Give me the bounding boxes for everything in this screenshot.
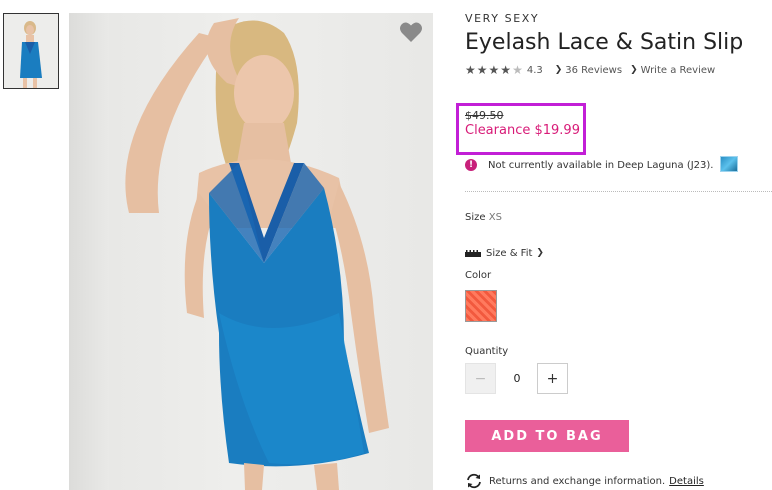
product-brand: VERY SEXY [465, 12, 540, 25]
original-price: $49.50 [465, 109, 504, 122]
size-value: XS [488, 212, 502, 223]
color-swatch-coral[interactable] [465, 290, 497, 322]
size-field[interactable]: Size XS [465, 212, 502, 223]
heart-icon[interactable] [399, 21, 423, 43]
chevron-right-icon: ❯ [630, 65, 638, 75]
color-label: Color [465, 270, 492, 281]
star-icon: ★ [465, 63, 476, 77]
quantity-decrease-button[interactable]: − [465, 363, 496, 394]
quantity-input[interactable]: 0 [502, 363, 532, 394]
product-main-image [69, 13, 433, 490]
product-title: Eyelash Lace & Satin Slip [465, 30, 744, 55]
star-icon: ★ [512, 63, 523, 77]
refresh-icon [467, 473, 481, 489]
rating-stars: ★ ★ ★ ★ ★ [465, 64, 523, 76]
size-label: Size [465, 212, 486, 223]
chevron-right-icon: ❯ [536, 248, 544, 258]
clearance-price: Clearance $19.99 [465, 123, 580, 138]
size-fit-link[interactable]: Size & Fit ❯ [465, 246, 547, 260]
availability-notice: ! Not currently available in Deep Laguna… [465, 157, 713, 173]
product-thumbnail[interactable] [3, 13, 59, 89]
add-to-bag-button[interactable]: ADD TO BAG [465, 420, 629, 452]
rating-value: 4.3 [526, 64, 543, 76]
ruler-icon [465, 249, 481, 257]
alert-icon: ! [465, 159, 477, 171]
returns-details-link[interactable]: Details [669, 476, 704, 487]
star-icon: ★ [488, 63, 500, 77]
rating-row: ★ ★ ★ ★ ★ 4.3 ❯ 36 Reviews ❯ Write a Rev… [465, 63, 723, 77]
quantity-label: Quantity [465, 346, 509, 357]
divider [465, 191, 772, 192]
write-review-link[interactable]: Write a Review [641, 65, 716, 76]
model-illustration [125, 18, 389, 490]
returns-info: Returns and exchange information. Detail… [465, 473, 704, 489]
color-swatch-preview [720, 156, 738, 172]
chevron-right-icon: ❯ [554, 65, 563, 75]
size-fit-label: Size & Fit [486, 247, 533, 259]
thumbnail-image [4, 14, 58, 88]
star-icon: ★ [476, 63, 488, 77]
availability-text: Not currently available in Deep Laguna (… [488, 159, 714, 171]
star-icon: ★ [500, 63, 512, 77]
quantity-increase-button[interactable]: + [537, 363, 568, 394]
reviews-link[interactable]: 36 Reviews [565, 65, 622, 76]
returns-text: Returns and exchange information. [489, 475, 666, 487]
